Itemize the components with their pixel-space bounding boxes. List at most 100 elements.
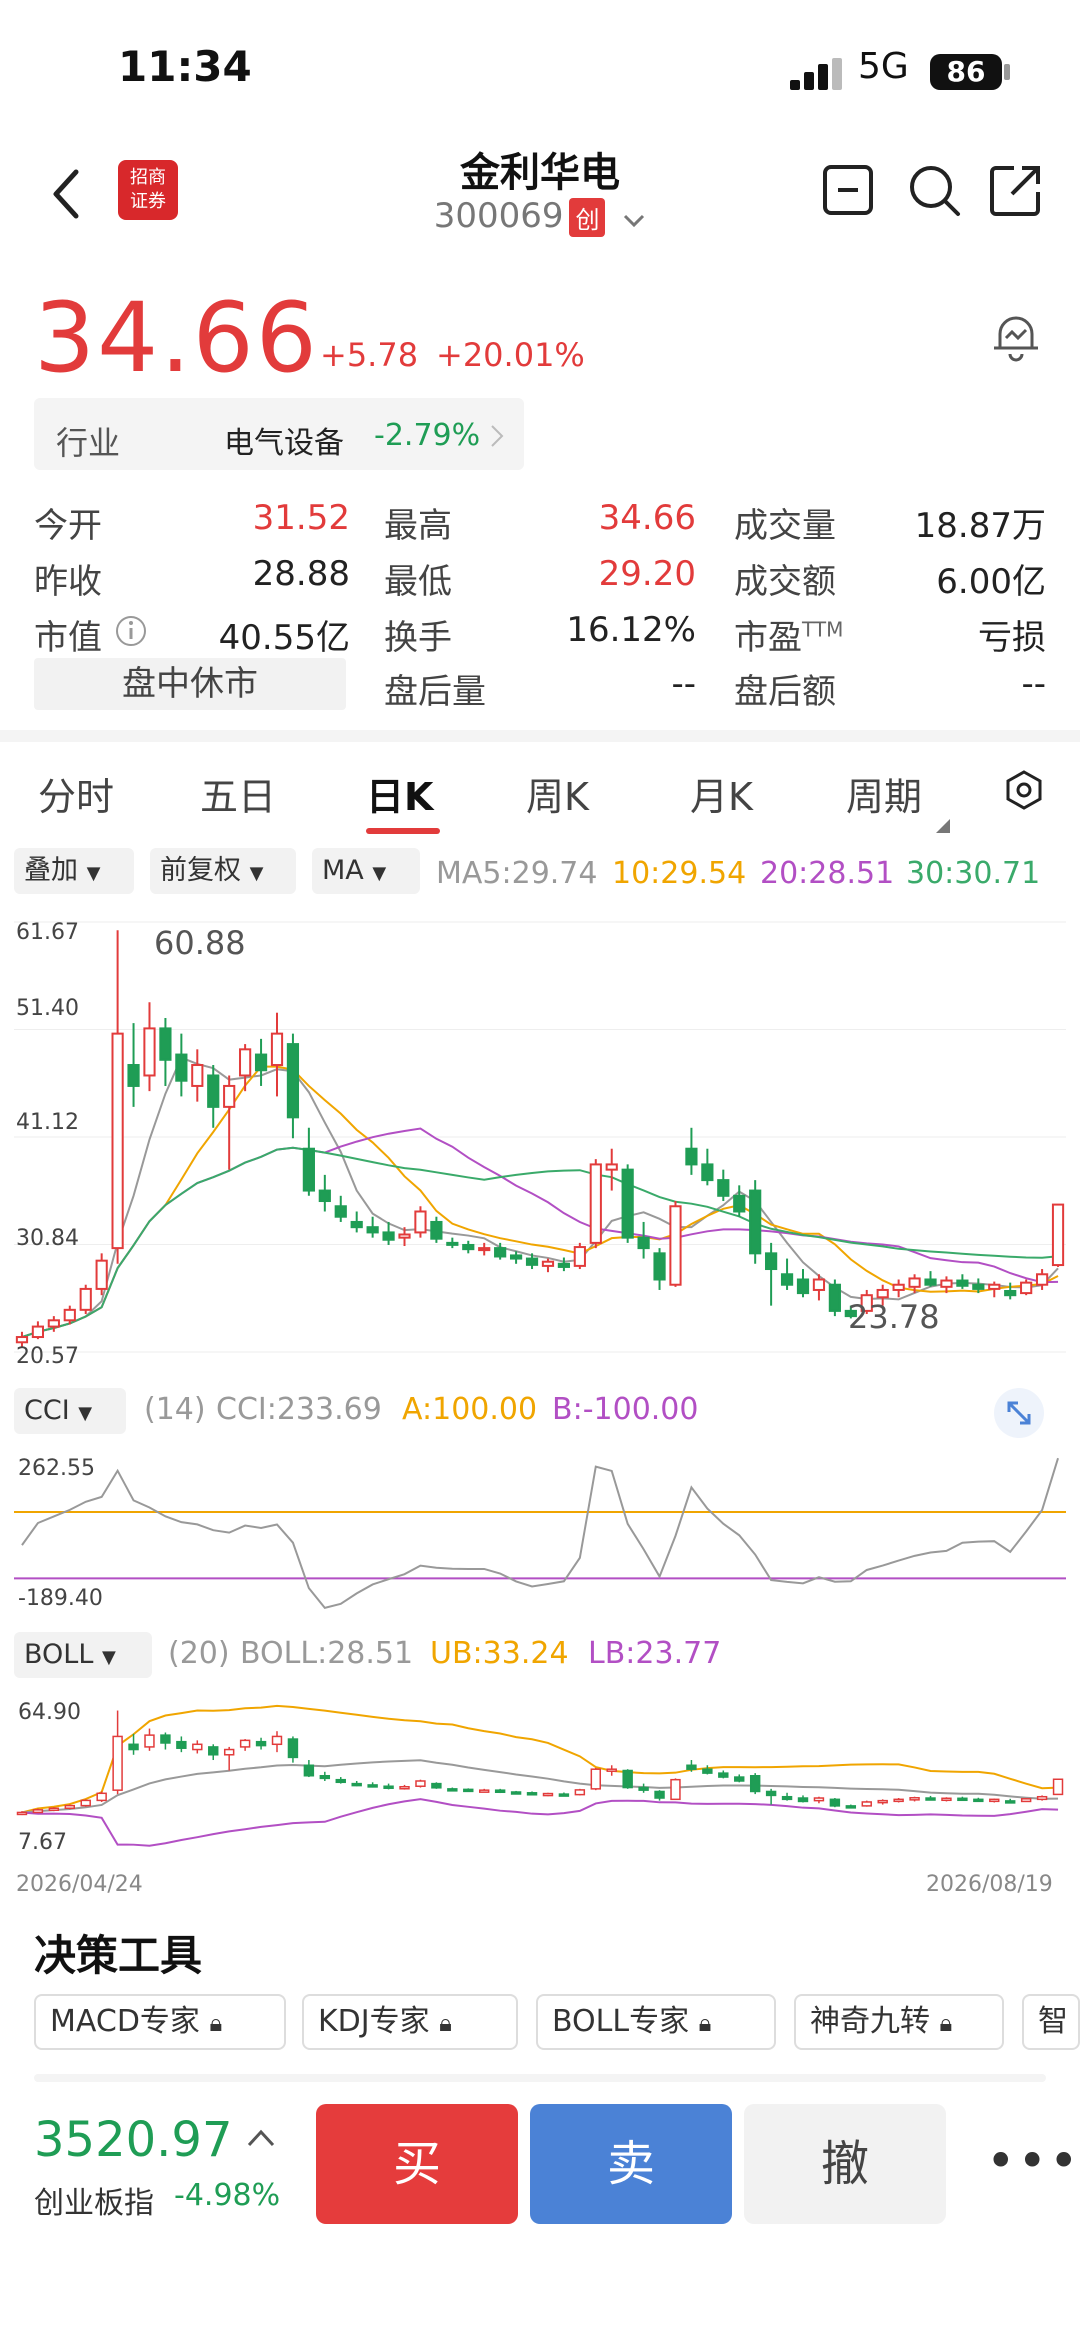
cci-svg <box>14 1457 1066 1609</box>
boll-candle-body <box>829 1798 841 1807</box>
ma20-value: 20:28.51 <box>760 856 895 891</box>
tool-nine-turn[interactable]: 神奇九转 🔒︎ <box>794 1994 1004 2050</box>
after-amount-label: 盘后额 <box>734 672 836 712</box>
boll-candle-body <box>239 1739 251 1748</box>
tab-monthly-k[interactable]: 月K <box>690 766 753 821</box>
cci-param: (14) <box>144 1392 206 1427</box>
candle-body <box>223 1084 236 1108</box>
more-icon[interactable]: ••• <box>986 2132 1080 2190</box>
info-icon[interactable] <box>114 614 148 652</box>
tab-daily-k[interactable]: 日K <box>366 766 433 821</box>
cci-y-top: 262.55 <box>18 1456 95 1481</box>
candle-body <box>892 1283 905 1291</box>
search-icon[interactable] <box>906 162 962 218</box>
boll-candle-body <box>925 1797 936 1801</box>
boll-candle-body <box>813 1797 825 1802</box>
boll-candle-body <box>781 1795 793 1801</box>
pe-label: 市盈TTM <box>734 617 844 658</box>
session-status: 盘中休市 <box>34 658 346 710</box>
ma30-value: 30:30.71 <box>906 856 1041 891</box>
candle-body <box>302 1147 315 1192</box>
candle-body <box>494 1247 507 1258</box>
boll-candle-body <box>718 1772 729 1778</box>
price-change: +5.78 <box>320 336 419 374</box>
candle-body <box>701 1163 714 1182</box>
tab-intraday[interactable]: 分时 <box>38 766 114 821</box>
candle-body <box>780 1273 794 1286</box>
market-cap-value: 40.55亿 <box>218 618 350 658</box>
boll-candle-body <box>1004 1800 1016 1804</box>
prev-close-label: 昨收 <box>34 562 102 602</box>
adjust-dropdown[interactable]: 前复权 ▼ <box>150 848 296 894</box>
boll-candle-body <box>558 1793 570 1797</box>
candle-body <box>478 1247 491 1252</box>
tool-macd[interactable]: MACD专家 🔒︎ <box>34 1994 286 2050</box>
amount-value: 6.00亿 <box>936 562 1046 602</box>
share-icon[interactable] <box>988 162 1044 218</box>
boll-param: (20) <box>168 1636 230 1671</box>
tool-boll[interactable]: BOLL专家 🔒︎ <box>536 1994 776 2050</box>
boll-candle-body <box>1052 1778 1064 1796</box>
candle-body <box>430 1220 443 1240</box>
boll-candle-body <box>335 1778 346 1784</box>
max-price-label: 60.88 <box>154 924 246 962</box>
boll-candle-body <box>606 1768 617 1772</box>
boll-candle-body <box>112 1735 123 1791</box>
candle-body <box>398 1233 411 1239</box>
chevron-up-icon[interactable] <box>246 2128 276 2152</box>
lock-icon: 🔒︎ <box>939 2009 953 2037</box>
boll-candle-body <box>64 1804 76 1809</box>
overlay-dropdown[interactable]: 叠加 ▼ <box>14 848 134 894</box>
candle-body <box>605 1163 618 1171</box>
expand-icon[interactable] <box>994 1388 1044 1438</box>
boll-upper-line <box>21 1704 1059 1814</box>
sell-button[interactable]: 卖 <box>530 2104 732 2224</box>
industry-pct: -2.79% <box>374 418 481 453</box>
candle-body <box>239 1048 252 1077</box>
boll-candle-body <box>271 1735 283 1746</box>
candle-body <box>111 1032 124 1250</box>
y-tick-2: 51.40 <box>16 996 79 1021</box>
indicator-dropdown[interactable]: MA ▼ <box>312 848 420 894</box>
volume-value: 18.87万 <box>914 506 1046 546</box>
candle-body <box>653 1252 666 1281</box>
caret-down-icon: ▼ <box>78 1403 93 1424</box>
tab-five-day[interactable]: 五日 <box>200 766 276 821</box>
boll-candle-body <box>702 1768 713 1774</box>
cancel-order-button[interactable]: 撤 <box>744 2104 946 2224</box>
tool-smart[interactable]: 智 <box>1022 1994 1080 2050</box>
turnover-label: 换手 <box>384 618 452 658</box>
boll-y-bottom: 7.67 <box>18 1830 67 1855</box>
candle-body <box>525 1257 539 1266</box>
alert-bell-icon[interactable] <box>986 306 1046 366</box>
period-corner-icon <box>936 818 950 837</box>
minus-square-icon[interactable] <box>822 164 874 216</box>
candle-body <box>749 1189 762 1255</box>
section-divider <box>0 730 1080 742</box>
prev-close-value: 28.88 <box>252 554 350 594</box>
boll-candle-body <box>447 1788 458 1792</box>
boll-candle-body <box>734 1776 745 1782</box>
cci-chart[interactable] <box>0 1448 1080 1618</box>
boll-chart[interactable] <box>0 1690 1080 1860</box>
candle-body <box>47 1319 60 1328</box>
boll-candle-body <box>415 1780 426 1787</box>
boll-candle-body <box>893 1798 904 1803</box>
settings-icon[interactable] <box>1004 770 1044 814</box>
candle-body <box>988 1283 1001 1290</box>
boll-dropdown[interactable]: BOLL ▼ <box>14 1632 152 1678</box>
tab-period[interactable]: 周期 <box>846 766 922 821</box>
boll-candle-body <box>128 1743 139 1751</box>
tool-kdj[interactable]: KDJ专家 🔒︎ <box>302 1994 518 2050</box>
cci-dropdown[interactable]: CCI ▼ <box>14 1388 126 1434</box>
candle-body <box>717 1179 730 1197</box>
tab-weekly-k[interactable]: 周K <box>526 766 589 821</box>
boll-candle-body <box>973 1798 984 1803</box>
boll-candle-body <box>1020 1798 1032 1803</box>
boll-candle-body <box>223 1748 235 1756</box>
candle-body <box>79 1287 92 1311</box>
boll-candle-body <box>192 1743 203 1751</box>
candle-body <box>924 1278 937 1286</box>
last-price: 34.66 <box>34 282 319 394</box>
buy-button[interactable]: 买 <box>316 2104 518 2224</box>
